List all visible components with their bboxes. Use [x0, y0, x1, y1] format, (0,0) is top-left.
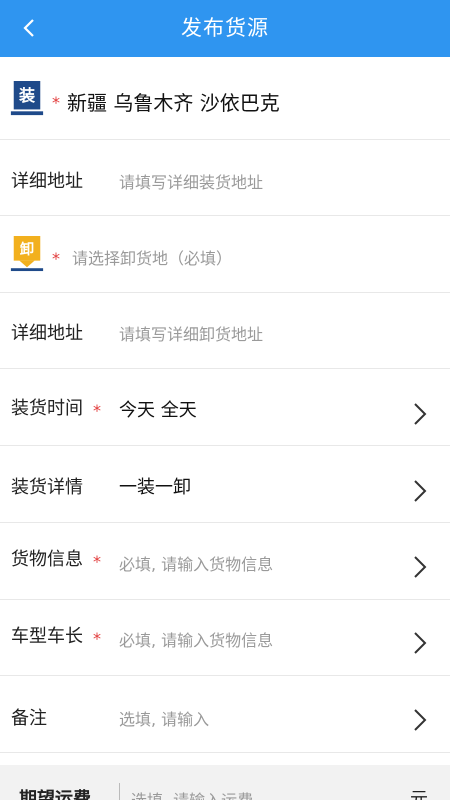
- freight-input[interactable]: 选填, 请输入运费: [131, 787, 253, 800]
- loading-detail-row[interactable]: 装货详情 一装一卸: [0, 446, 450, 523]
- vehicle-required-mark: *: [93, 629, 101, 648]
- loading-badge-text: 装: [19, 86, 36, 105]
- unloading-address-row[interactable]: 详细地址 请填写详细卸货地址: [0, 293, 450, 369]
- loading-address-input[interactable]: 请填写详细装货地址: [119, 169, 263, 193]
- chevron-right-icon: [414, 556, 427, 578]
- chevron-right-icon: [414, 403, 427, 425]
- loading-location-row[interactable]: 装 * 新疆 乌鲁木齐 沙依巴克: [0, 57, 450, 140]
- vehicle-row[interactable]: 车型车长 * 必填, 请输入货物信息: [0, 600, 450, 676]
- app-header: 发布货源: [0, 0, 450, 57]
- freight-label: 期望运费: [19, 789, 91, 800]
- chevron-right-icon: [414, 632, 427, 654]
- loading-required-mark: *: [52, 93, 60, 112]
- page-title: 发布货源: [181, 16, 269, 40]
- cargo-info-row[interactable]: 货物信息 * 必填, 请输入货物信息: [0, 523, 450, 600]
- loading-badge-icon: 装: [10, 81, 44, 116]
- loading-location-value: 新疆 乌鲁木齐 沙依巴克: [67, 91, 280, 115]
- remark-row[interactable]: 备注 选填, 请输入: [0, 676, 450, 753]
- cargo-info-required-mark: *: [93, 552, 101, 571]
- cargo-info-label: 货物信息: [11, 549, 83, 570]
- freight-unit: 元: [410, 789, 428, 800]
- unloading-address-label: 详细地址: [11, 323, 83, 344]
- freight-divider: [119, 783, 120, 800]
- unloading-badge-icon: 卸: [10, 236, 44, 272]
- vehicle-input[interactable]: 必填, 请输入货物信息: [119, 627, 273, 651]
- unloading-location-row[interactable]: 卸 * 请选择卸货地（必填）: [0, 216, 450, 293]
- unloading-badge-text: 卸: [20, 240, 34, 258]
- loading-detail-label: 装货详情: [11, 477, 83, 498]
- loading-time-required-mark: *: [93, 401, 101, 420]
- unloading-address-input[interactable]: 请填写详细卸货地址: [119, 321, 263, 345]
- unloading-required-mark: *: [52, 249, 60, 268]
- cargo-info-input[interactable]: 必填, 请输入货物信息: [119, 551, 273, 575]
- loading-address-row[interactable]: 详细地址 请填写详细装货地址: [0, 140, 450, 216]
- remark-input[interactable]: 选填, 请输入: [119, 706, 209, 730]
- loading-time-label: 装货时间: [11, 398, 83, 419]
- remark-label: 备注: [11, 708, 47, 729]
- loading-time-row[interactable]: 装货时间 * 今天 全天: [0, 369, 450, 446]
- vehicle-label: 车型车长: [11, 626, 83, 647]
- loading-detail-value: 一装一卸: [119, 477, 191, 498]
- freight-row[interactable]: 期望运费 选填, 请输入运费 元: [0, 765, 450, 800]
- loading-time-value: 今天 全天: [119, 400, 197, 421]
- chevron-right-icon: [414, 709, 427, 731]
- unloading-location-input[interactable]: 请选择卸货地（必填）: [72, 245, 232, 269]
- loading-address-label: 详细地址: [11, 171, 83, 192]
- chevron-right-icon: [414, 480, 427, 502]
